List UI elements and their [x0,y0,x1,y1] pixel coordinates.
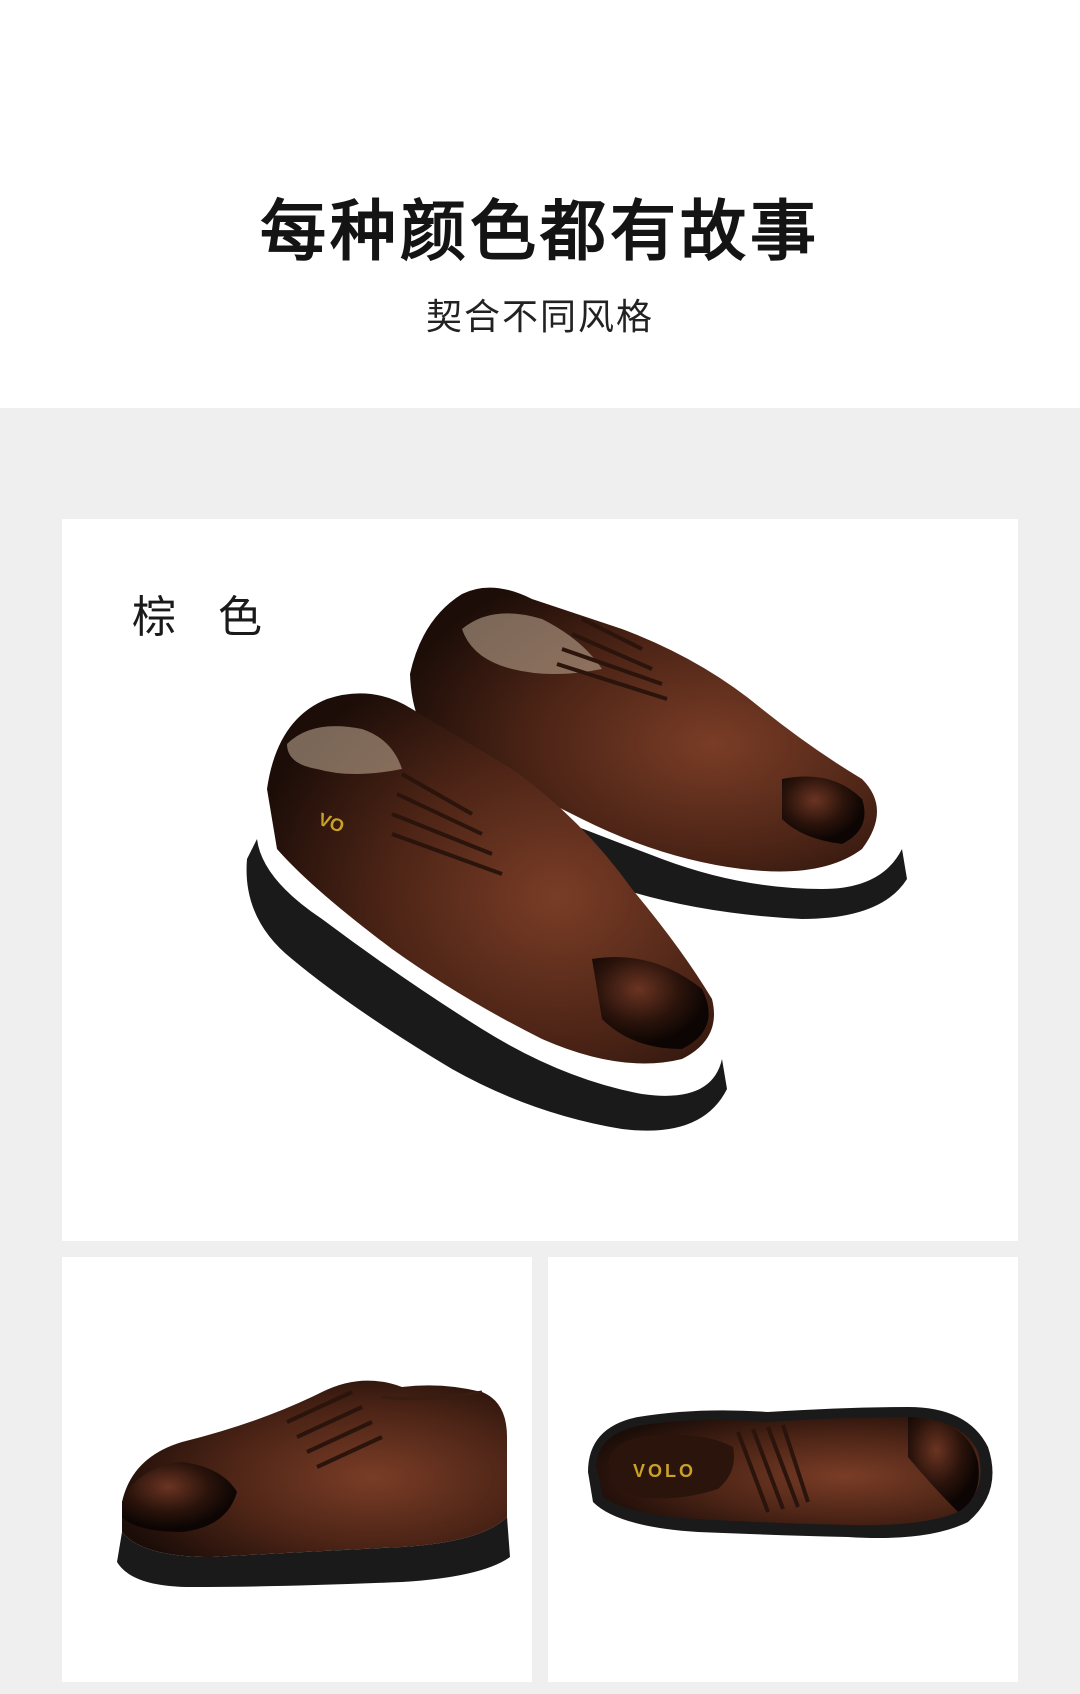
header-section: 每种颜色都有故事 契合不同风格 [0,0,1080,408]
page-subtitle: 契合不同风格 [425,297,654,338]
insole-logo: VOLO [633,1461,696,1481]
main-product-card: 棕 色 VO [62,519,1018,1241]
top-view-shoe-image: VOLO [588,1407,993,1538]
side-view-card [62,1257,532,1682]
page-title: 每种颜色都有故事 [260,193,820,270]
pair-of-shoes-image: VO [246,587,907,1131]
side-view-shoe-image [117,1380,510,1587]
top-view-card: VOLO [548,1257,1018,1682]
